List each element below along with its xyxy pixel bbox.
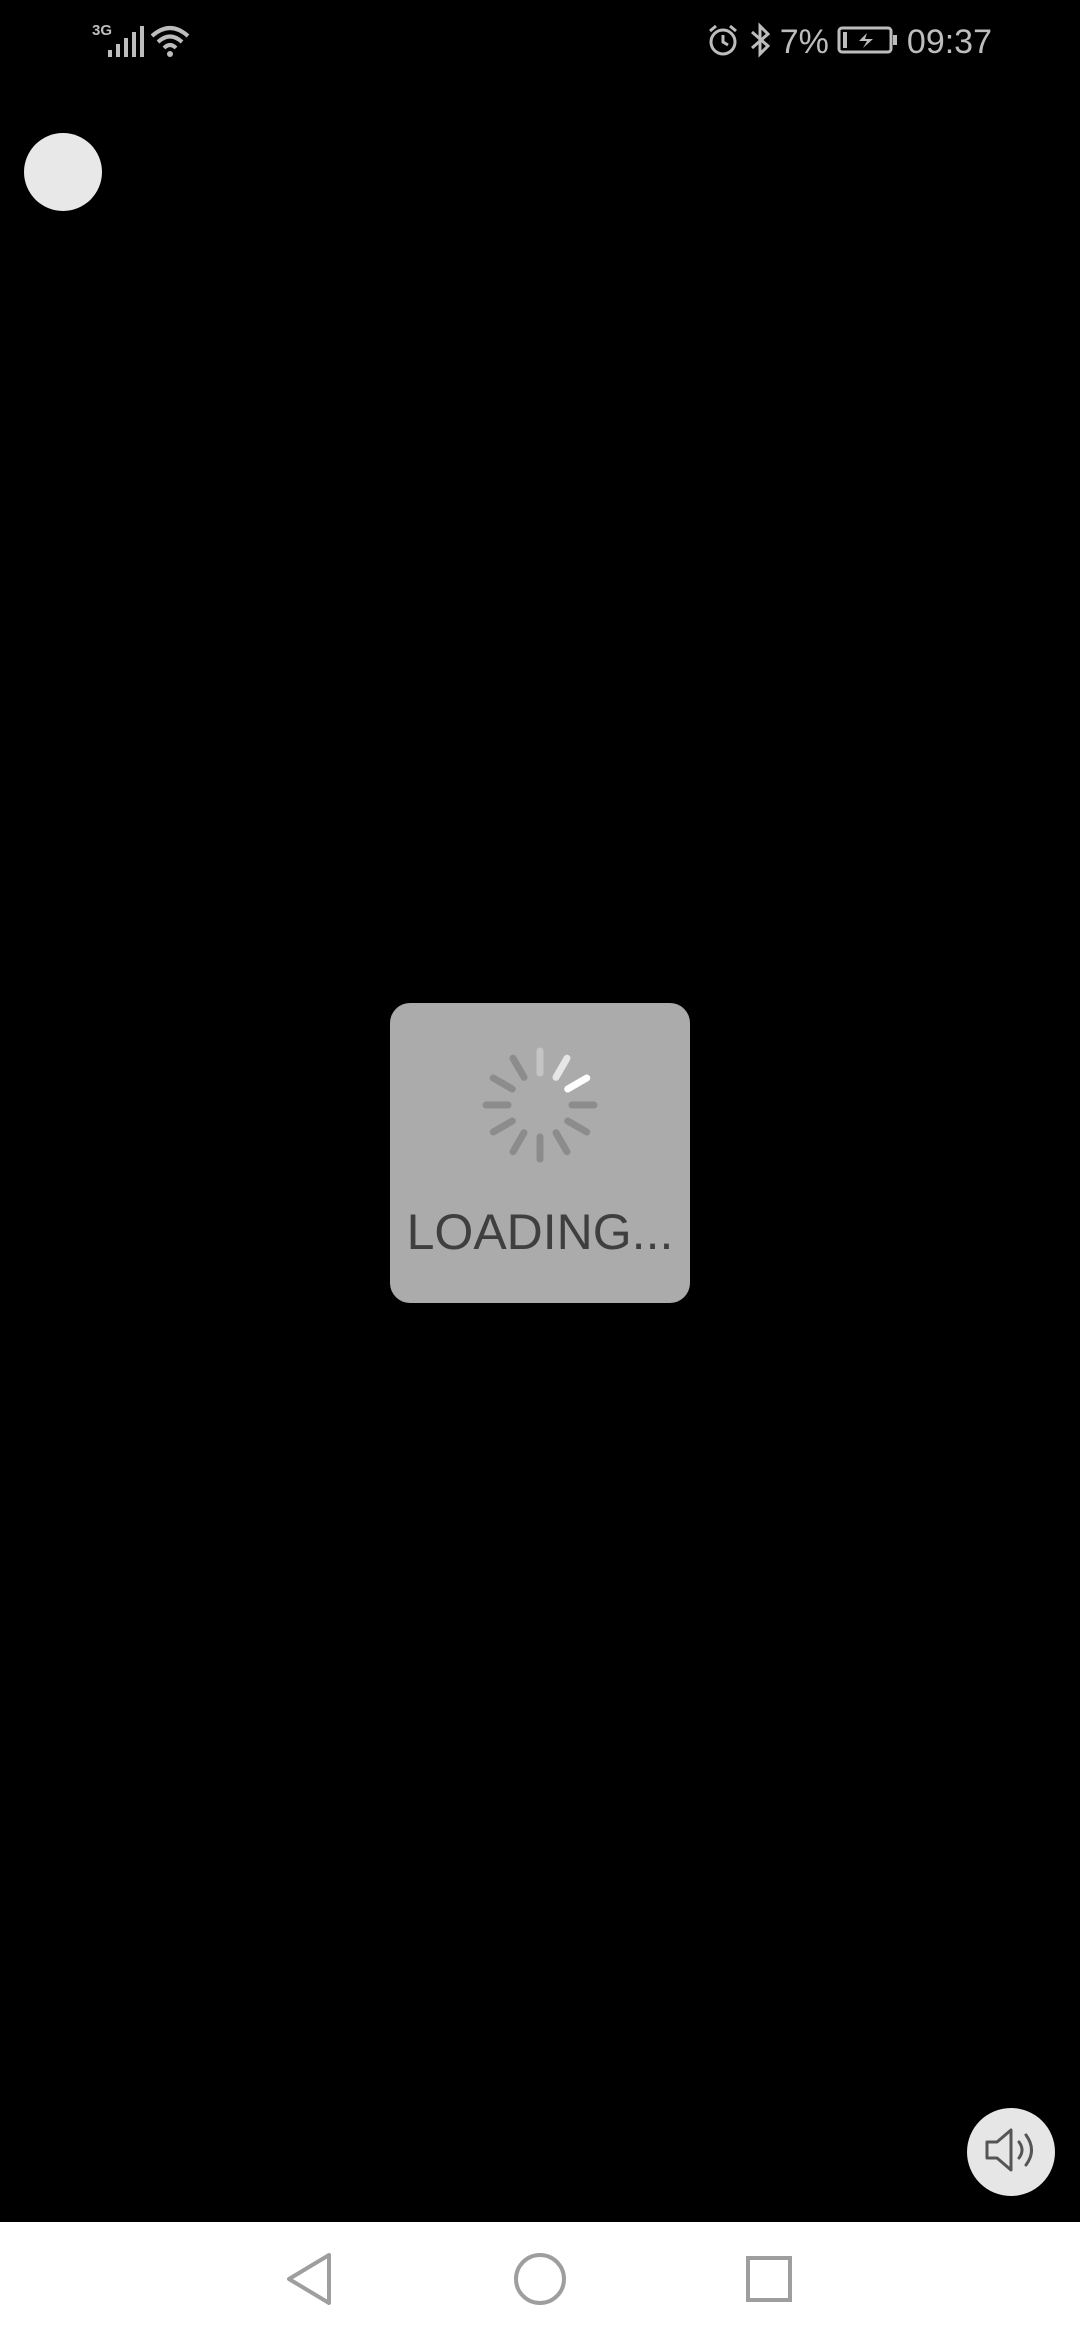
signal-icon [106,26,146,63]
home-icon [512,2251,568,2312]
back-button[interactable] [276,2248,342,2314]
loading-label: LOADING... [406,1204,674,1260]
app-screen: 3G 7% 09:37 LOADING... [0,0,1080,2340]
bluetooth-icon [748,21,772,63]
sound-toggle-button[interactable] [967,2108,1055,2196]
back-icon [283,2251,335,2312]
clock-time: 09:37 [906,22,992,61]
status-right-group: 7% 09:37 [706,18,992,66]
speaker-icon [981,2122,1041,2183]
wifi-icon [150,24,190,63]
recents-button[interactable] [736,2248,802,2314]
loading-dialog: LOADING... [390,1003,690,1303]
navigation-bar [0,2222,1080,2340]
loading-spinner-icon [480,1045,600,1170]
floating-assistive-button[interactable] [24,133,102,211]
battery-charging-icon [837,25,899,60]
home-button[interactable] [507,2248,573,2314]
status-bar: 3G 7% 09:37 [0,0,1080,84]
recents-icon [744,2254,794,2309]
alarm-icon [706,23,740,62]
battery-percent: 7% [779,22,829,61]
